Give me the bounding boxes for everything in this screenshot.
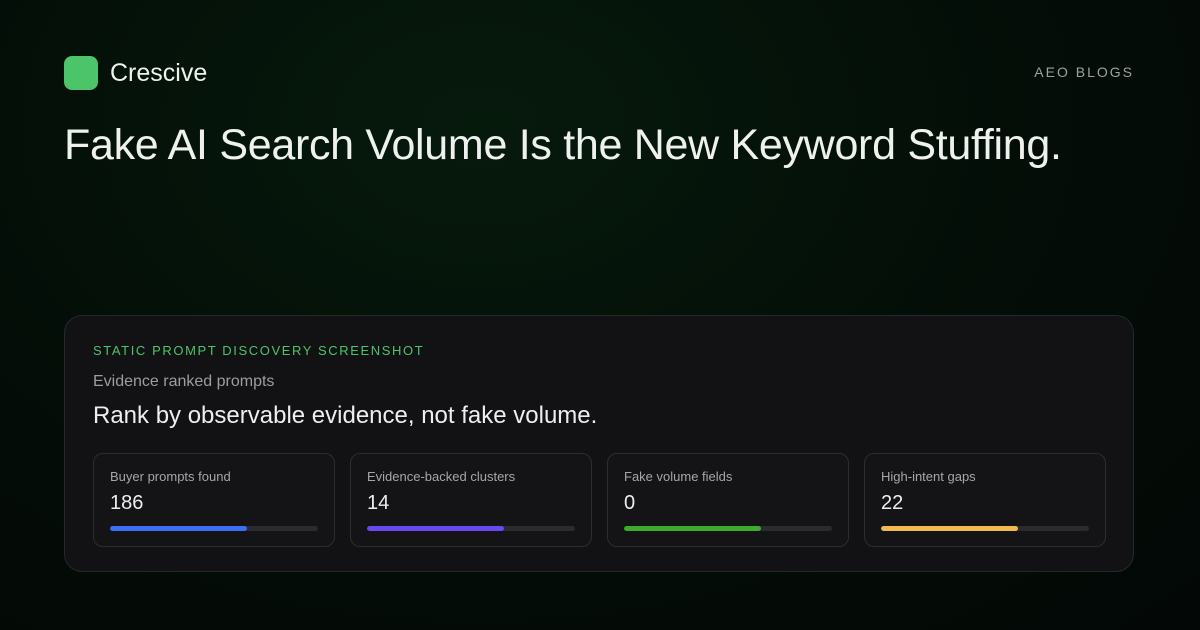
metric-card-evidence-clusters: Evidence-backed clusters 14	[350, 453, 592, 547]
metric-progress-track	[881, 526, 1089, 531]
metric-progress-fill	[110, 526, 248, 531]
prompt-discovery-panel: STATIC PROMPT DISCOVERY SCREENSHOT Evide…	[64, 315, 1134, 572]
panel-tag: STATIC PROMPT DISCOVERY SCREENSHOT	[93, 343, 425, 358]
metric-progress-fill	[881, 526, 1019, 531]
metric-value: 14	[367, 492, 390, 514]
metric-progress-fill	[624, 526, 762, 531]
brand-name: Crescive	[110, 58, 208, 87]
section-label-link[interactable]: AEO BLOGS	[1034, 64, 1134, 80]
metric-progress-fill	[367, 526, 505, 531]
metric-card-fake-volume-fields: Fake volume fields 0	[607, 453, 849, 547]
metric-card-high-intent-gaps: High-intent gaps 22	[864, 453, 1106, 547]
metric-label: Fake volume fields	[624, 469, 733, 484]
metric-progress-track	[624, 526, 832, 531]
metric-progress-track	[110, 526, 318, 531]
metric-card-buyer-prompts: Buyer prompts found 186	[93, 453, 335, 547]
metric-progress-track	[367, 526, 575, 531]
metric-value: 0	[624, 492, 636, 514]
metric-label: Evidence-backed clusters	[367, 469, 516, 484]
panel-title: Rank by observable evidence, not fake vo…	[93, 402, 598, 429]
brand-logo-icon	[64, 56, 98, 90]
metric-value: 186	[110, 492, 144, 514]
metric-label: High-intent gaps	[881, 469, 976, 484]
metric-value: 22	[881, 492, 904, 514]
metric-label: Buyer prompts found	[110, 469, 231, 484]
metrics-row: Buyer prompts found 186 Evidence-backed …	[93, 453, 1106, 547]
panel-subtitle: Evidence ranked prompts	[93, 373, 275, 390]
brand[interactable]: Crescive	[64, 56, 207, 90]
page-title: Fake AI Search Volume Is the New Keyword…	[64, 121, 1062, 169]
